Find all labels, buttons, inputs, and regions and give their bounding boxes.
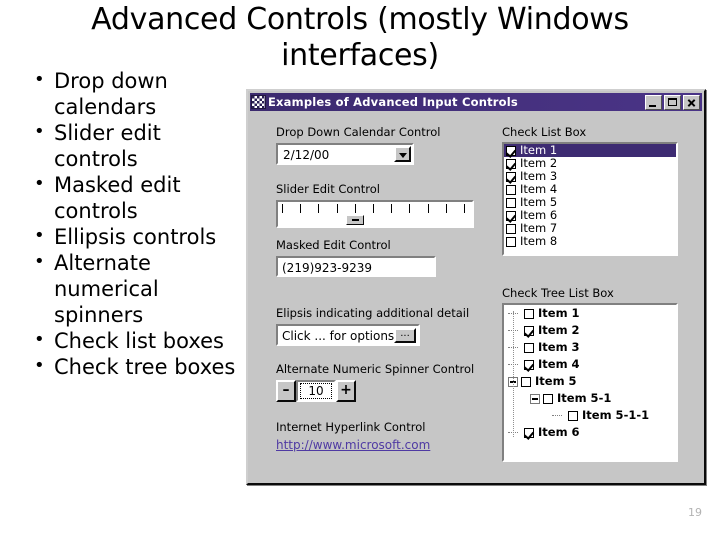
checkbox-icon[interactable] bbox=[506, 145, 516, 156]
tree-collapse-icon[interactable] bbox=[530, 393, 540, 404]
calendar-control-label: Drop Down Calendar Control bbox=[276, 125, 441, 139]
slider-edit-control[interactable] bbox=[276, 200, 474, 228]
check-tree-item-label: Item 6 bbox=[538, 425, 580, 439]
checkbox-icon[interactable] bbox=[521, 376, 531, 387]
check-list-box-label: Check List Box bbox=[502, 125, 587, 139]
checkbox-icon[interactable] bbox=[506, 158, 516, 169]
numeric-spinner-control[interactable]: – 10 + bbox=[276, 380, 356, 402]
check-tree-item[interactable]: Item 1 bbox=[504, 305, 676, 322]
dialog-client-area: Drop Down Calendar Control 2/12/00 Slide… bbox=[250, 113, 702, 481]
checkbox-icon[interactable] bbox=[524, 427, 534, 438]
list-item: Alternate numerical spinners bbox=[28, 249, 243, 328]
spinner-control-label: Alternate Numeric Spinner Control bbox=[276, 362, 475, 376]
masked-edit-value: (219)923-9239 bbox=[282, 261, 373, 275]
slider-ticks bbox=[278, 204, 472, 213]
check-tree-item-label: Item 5-1 bbox=[557, 391, 612, 405]
ellipsis-value: Click ... for options bbox=[282, 329, 395, 343]
slider-tick bbox=[318, 204, 320, 213]
close-icon[interactable] bbox=[683, 94, 700, 110]
window-title: Examples of Advanced Input Controls bbox=[268, 95, 518, 109]
list-item: Ellipsis controls bbox=[28, 223, 243, 250]
slider-tick bbox=[409, 204, 411, 213]
check-list-item-label: Item 8 bbox=[520, 234, 558, 248]
check-tree-item[interactable]: Item 3 bbox=[504, 339, 676, 356]
slider-control-label: Slider Edit Control bbox=[276, 182, 380, 196]
ellipsis-button[interactable]: ... bbox=[394, 328, 416, 343]
check-tree-item-label: Item 4 bbox=[538, 357, 580, 371]
slider-tick bbox=[427, 204, 429, 213]
checkbox-icon[interactable] bbox=[506, 236, 516, 247]
checkbox-icon[interactable] bbox=[506, 197, 516, 208]
slider-tick bbox=[354, 204, 356, 213]
check-list-box[interactable]: Item 1 Item 2 Item 3 Item 4 Item 5 Item 6 Item… bbox=[502, 142, 678, 256]
check-tree-item-label: Item 5-1-1 bbox=[582, 408, 650, 422]
page-number: 19 bbox=[688, 506, 702, 519]
slider-tick bbox=[391, 204, 393, 213]
maximize-icon[interactable] bbox=[664, 94, 681, 110]
list-item: Check list boxes bbox=[28, 327, 243, 354]
hyperlink-control-label: Internet Hyperlink Control bbox=[276, 420, 426, 434]
checkbox-icon[interactable] bbox=[506, 184, 516, 195]
slider-tick bbox=[373, 204, 374, 213]
minimize-icon[interactable] bbox=[645, 94, 662, 110]
ellipsis-input[interactable]: Click ... for options ... bbox=[276, 324, 420, 346]
application-icon bbox=[251, 95, 266, 109]
windows-dialog-window: Examples of Advanced Input Controls Drop… bbox=[246, 89, 706, 485]
chevron-down-icon[interactable] bbox=[394, 146, 411, 162]
check-list-item[interactable]: Item 8 bbox=[504, 235, 676, 248]
list-item: Masked edit controls bbox=[28, 171, 243, 224]
checkbox-icon[interactable] bbox=[524, 342, 534, 353]
check-tree-item-label: Item 3 bbox=[538, 340, 580, 354]
window-controls bbox=[645, 94, 702, 110]
checkbox-icon[interactable] bbox=[568, 410, 578, 421]
check-tree-item[interactable]: Item 5-1-1 bbox=[504, 407, 676, 424]
ellipsis-control-label: Elipsis indicating additional detail bbox=[276, 306, 470, 320]
check-tree-item-label: Item 5 bbox=[535, 374, 577, 388]
slider-tick bbox=[464, 204, 465, 213]
check-tree-item[interactable]: Item 5 bbox=[504, 373, 676, 390]
check-tree-item[interactable]: Item 4 bbox=[504, 356, 676, 373]
list-item: Slider edit controls bbox=[28, 119, 243, 172]
checkbox-icon[interactable] bbox=[524, 308, 534, 319]
check-tree-item-label: Item 2 bbox=[538, 323, 580, 337]
spinner-increment-button[interactable]: + bbox=[336, 380, 356, 402]
window-titlebar[interactable]: Examples of Advanced Input Controls bbox=[250, 93, 702, 111]
internet-hyperlink[interactable]: http://www.microsoft.com bbox=[276, 438, 430, 452]
spinner-value: 10 bbox=[300, 383, 332, 399]
slider-tick bbox=[300, 204, 302, 213]
checkbox-icon[interactable] bbox=[543, 393, 553, 404]
dropdown-calendar-combo[interactable]: 2/12/00 bbox=[276, 143, 414, 165]
tree-connector-line bbox=[513, 311, 514, 437]
check-tree-list-box-label: Check Tree List Box bbox=[502, 286, 614, 300]
check-tree-list-box[interactable]: Item 1 Item 2 Item 3 Item 4 Item 5 Item 5-1 It… bbox=[502, 303, 678, 462]
checkbox-icon[interactable] bbox=[506, 223, 516, 234]
list-item: Check tree boxes bbox=[28, 353, 243, 380]
check-tree-item[interactable]: Item 6 bbox=[504, 424, 676, 441]
check-tree-item[interactable]: Item 5-1 bbox=[504, 390, 676, 407]
spinner-decrement-button[interactable]: – bbox=[276, 380, 296, 402]
spinner-value-field[interactable]: 10 bbox=[296, 380, 336, 402]
masked-edit-label: Masked Edit Control bbox=[276, 238, 391, 252]
page-title: Advanced Controls (mostly Windows interf… bbox=[91, 2, 629, 73]
checkbox-icon[interactable] bbox=[524, 325, 534, 336]
check-tree-item-label: Item 1 bbox=[538, 306, 580, 320]
slider-tick bbox=[336, 204, 338, 213]
checkbox-icon[interactable] bbox=[506, 171, 516, 182]
check-tree-item[interactable]: Item 2 bbox=[504, 322, 676, 339]
slider-tick bbox=[445, 204, 447, 213]
checkbox-icon[interactable] bbox=[506, 210, 516, 221]
slider-thumb[interactable] bbox=[345, 215, 364, 225]
checkbox-icon[interactable] bbox=[524, 359, 534, 370]
tree-line bbox=[552, 414, 562, 417]
bullet-list: Drop down calendars Slider edit controls… bbox=[28, 67, 243, 380]
list-item: Drop down calendars bbox=[28, 67, 243, 120]
calendar-value: 2/12/00 bbox=[283, 148, 330, 162]
slider-tick bbox=[282, 204, 283, 213]
masked-edit-input[interactable]: (219)923-9239 bbox=[276, 256, 436, 277]
